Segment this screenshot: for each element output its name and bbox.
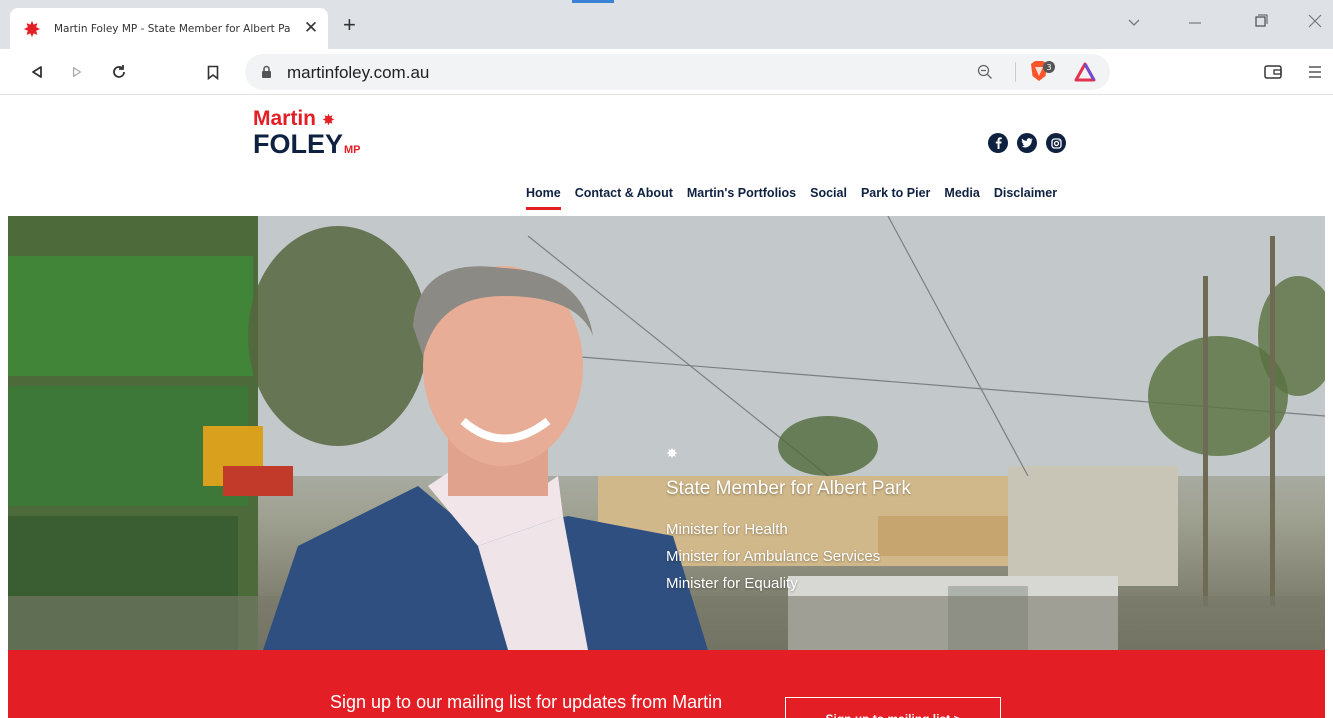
tab-search-chevron-icon[interactable] [1128, 14, 1140, 30]
nav-item-portfolios[interactable]: Martin's Portfolios [687, 186, 796, 210]
url-text[interactable]: martinfoley.com.au [287, 63, 429, 83]
hero-banner: State Member for Albert Park Minister fo… [8, 216, 1325, 650]
hero-role: Minister for Ambulance Services [666, 548, 881, 565]
hero-caption: State Member for Albert Park Minister fo… [666, 446, 911, 597]
mailing-list-signup-button[interactable]: Sign up to mailing list > [785, 697, 1001, 718]
lock-icon[interactable] [261, 65, 272, 84]
site-logo[interactable]: Martin FOLEYMP [253, 108, 361, 164]
main-nav: Home Contact & About Martin's Portfolios… [526, 186, 1071, 210]
nav-item-media[interactable]: Media [944, 186, 979, 210]
close-window-icon[interactable] [1308, 14, 1322, 31]
tab-title: Martin Foley MP - State Member for Alber… [54, 22, 290, 35]
address-bar[interactable]: martinfoley.com.au 3 [245, 54, 1110, 90]
brave-rewards-icon[interactable] [1074, 62, 1096, 87]
logo-suffix: MP [344, 144, 361, 156]
logo-first-name: Martin [253, 107, 316, 130]
brave-shield-icon[interactable]: 3 [1029, 60, 1059, 89]
minimize-icon[interactable] [1188, 14, 1202, 30]
mailing-list-banner: Sign up to our mailing list for updates … [8, 650, 1325, 718]
hero-title: State Member for Albert Park [666, 478, 911, 499]
caption-star-icon [666, 446, 678, 459]
new-tab-icon[interactable]: + [343, 14, 356, 36]
zoom-icon[interactable] [977, 64, 993, 85]
reload-icon[interactable] [108, 61, 130, 83]
address-bar-divider [1015, 62, 1016, 82]
hero-role: Minister for Health [666, 521, 788, 538]
forward-icon[interactable] [66, 61, 88, 83]
nav-item-contact-about[interactable]: Contact & About [575, 186, 673, 210]
logo-last-name: FOLEY [253, 129, 344, 159]
logo-star-icon [322, 113, 335, 126]
tab-strip-accent [572, 0, 614, 3]
facebook-icon[interactable] [988, 133, 1008, 153]
maximize-icon[interactable] [1254, 14, 1268, 31]
social-links [988, 133, 1066, 153]
brave-badge-count: 3 [1046, 63, 1051, 72]
back-icon[interactable] [26, 61, 48, 83]
nav-item-park-to-pier[interactable]: Park to Pier [861, 186, 930, 210]
nav-item-disclaimer[interactable]: Disclaimer [994, 186, 1057, 210]
browser-tab[interactable]: Martin Foley MP - State Member for Alber… [10, 8, 328, 49]
browser-toolbar: martinfoley.com.au 3 [0, 49, 1333, 95]
instagram-icon[interactable] [1046, 133, 1066, 153]
wallet-icon[interactable] [1262, 61, 1284, 83]
browser-tab-strip: Martin Foley MP - State Member for Alber… [0, 0, 1333, 49]
bookmark-icon[interactable] [202, 61, 224, 83]
nav-item-social[interactable]: Social [810, 186, 847, 210]
site-favicon-icon [22, 19, 42, 39]
close-tab-icon[interactable]: ✕ [302, 19, 320, 37]
mailing-list-text: Sign up to our mailing list for updates … [330, 692, 723, 712]
twitter-icon[interactable] [1017, 133, 1037, 153]
hero-role: Minister for Equality [666, 575, 798, 592]
menu-icon[interactable] [1304, 61, 1326, 83]
nav-item-home[interactable]: Home [526, 186, 561, 210]
